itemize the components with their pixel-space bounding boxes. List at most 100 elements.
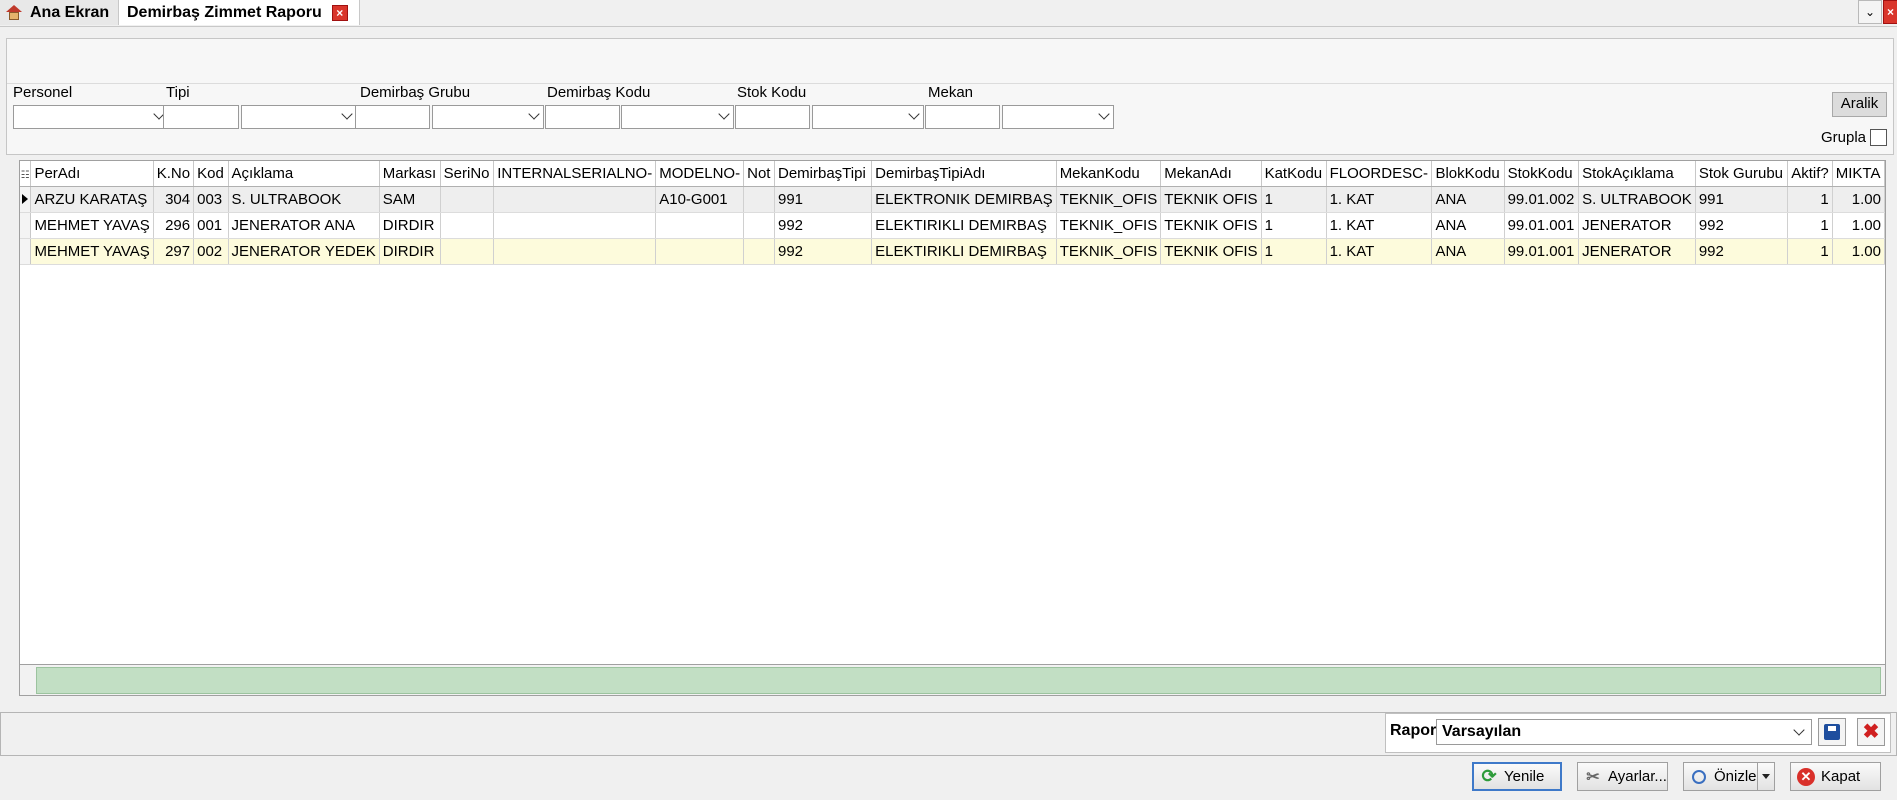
table-cell[interactable] — [440, 186, 495, 213]
table-cell[interactable]: 1 — [1261, 212, 1327, 239]
table-cell[interactable]: ARZU KARATAŞ — [30, 186, 154, 213]
table-cell[interactable]: ANA — [1431, 212, 1505, 239]
close-tab-icon[interactable]: × — [331, 4, 348, 21]
stok-kodu-select[interactable] — [812, 105, 924, 129]
table-cell[interactable]: 1 — [1787, 186, 1833, 213]
table-cell[interactable] — [655, 212, 745, 239]
column-header[interactable]: Açıklama — [228, 161, 380, 187]
save-rapor-button[interactable] — [1818, 718, 1846, 746]
table-cell[interactable]: 1.00 — [1832, 238, 1885, 265]
column-header[interactable]: KatKodu — [1261, 161, 1327, 187]
column-header[interactable]: Kod — [193, 161, 229, 187]
table-cell[interactable]: DIRDIR — [379, 212, 441, 239]
kapat-button[interactable]: ✕ Kapat — [1790, 762, 1881, 791]
table-cell[interactable]: 1.00 — [1832, 186, 1885, 213]
table-cell[interactable]: 003 — [193, 186, 229, 213]
table-cell[interactable]: ANA — [1431, 186, 1505, 213]
tab-demirbas-zimmet-raporu[interactable]: Demirbaş Zimmet Raporu × — [119, 0, 360, 25]
table-cell[interactable]: 1 — [1261, 238, 1327, 265]
table-cell[interactable]: 99.01.001 — [1504, 238, 1580, 265]
column-header[interactable]: PerAdı — [30, 161, 154, 187]
column-header[interactable]: MekanAdı — [1160, 161, 1262, 187]
table-cell[interactable]: TEKNIK OFIS — [1160, 212, 1262, 239]
column-header[interactable]: INTERNALSERIALNO- — [493, 161, 657, 187]
column-header[interactable]: DemirbaşTipiAdı — [871, 161, 1057, 187]
table-cell[interactable]: 1 — [1787, 212, 1833, 239]
column-header[interactable]: BlokKodu — [1431, 161, 1505, 187]
tipi-input[interactable] — [163, 105, 239, 129]
table-cell[interactable]: 296 — [153, 212, 195, 239]
table-cell[interactable]: TEKNIK OFIS — [1160, 238, 1262, 265]
column-header[interactable]: StokKodu — [1504, 161, 1580, 187]
table-cell[interactable]: S. ULTRABOOK — [228, 186, 380, 213]
table-cell[interactable] — [440, 238, 495, 265]
demirbas-grubu-input[interactable] — [355, 105, 430, 129]
row-indicator[interactable] — [20, 212, 32, 239]
table-cell[interactable] — [440, 212, 495, 239]
grupla-checkbox[interactable] — [1870, 129, 1887, 146]
table-cell[interactable]: 1.00 — [1832, 212, 1885, 239]
table-row[interactable]: MEHMET YAVAŞ 297 002 JENERATOR YEDEK DIRDIR 9… — [20, 238, 1885, 265]
row-indicator[interactable] — [20, 186, 32, 213]
table-cell[interactable]: 99.01.001 — [1504, 212, 1580, 239]
column-header[interactable]: Not — [743, 161, 775, 187]
table-cell[interactable]: 1 — [1787, 238, 1833, 265]
table-cell[interactable]: 992 — [1695, 212, 1789, 239]
mekan-input[interactable] — [925, 105, 1000, 129]
mekan-select[interactable] — [1002, 105, 1114, 129]
table-cell[interactable] — [743, 186, 775, 213]
table-cell[interactable]: 1 — [1261, 186, 1327, 213]
table-cell[interactable]: JENERATOR — [1578, 238, 1696, 265]
demirbas-kodu-input[interactable] — [545, 105, 620, 129]
onizle-dropdown-icon[interactable] — [1757, 763, 1774, 790]
table-cell[interactable]: SAM — [379, 186, 441, 213]
demirbas-kodu-select[interactable] — [621, 105, 734, 129]
column-header[interactable]: K.No — [153, 161, 195, 187]
table-cell[interactable]: 1. KAT — [1326, 186, 1433, 213]
demirbas-grubu-select[interactable] — [432, 105, 544, 129]
table-cell[interactable]: 99.01.002 — [1504, 186, 1580, 213]
table-cell[interactable]: ELEKTIRIKLI DEMIRBAŞ — [871, 212, 1057, 239]
table-cell[interactable]: 992 — [774, 238, 873, 265]
table-cell[interactable]: 991 — [774, 186, 873, 213]
column-header[interactable]: Aktif? — [1787, 161, 1833, 187]
table-cell[interactable] — [743, 212, 775, 239]
onizle-button[interactable]: Önizle — [1683, 762, 1775, 791]
table-cell[interactable] — [493, 186, 657, 213]
tab-home[interactable]: Ana Ekran — [0, 0, 119, 25]
table-cell[interactable] — [743, 238, 775, 265]
table-cell[interactable]: TEKNIK OFIS — [1160, 186, 1262, 213]
column-header[interactable]: FLOORDESC- — [1326, 161, 1433, 187]
delete-rapor-button[interactable]: ✖ — [1857, 718, 1885, 746]
table-cell[interactable]: ELEKTRONIK DEMIRBAŞ — [871, 186, 1057, 213]
stok-kodu-input[interactable] — [735, 105, 810, 129]
tipi-select[interactable] — [241, 105, 357, 129]
table-cell[interactable] — [493, 212, 657, 239]
column-header[interactable]: MekanKodu — [1056, 161, 1162, 187]
column-header[interactable]: SeriNo — [440, 161, 495, 187]
table-cell[interactable]: MEHMET YAVAŞ — [30, 212, 154, 239]
column-chooser-icon[interactable]: ☷ — [20, 161, 32, 187]
table-cell[interactable]: 297 — [153, 238, 195, 265]
rapor-select[interactable]: Varsayılan — [1436, 719, 1812, 745]
table-cell[interactable]: 991 — [1695, 186, 1789, 213]
table-cell[interactable]: MEHMET YAVAŞ — [30, 238, 154, 265]
row-indicator[interactable] — [20, 238, 32, 265]
table-row[interactable]: ARZU KARATAŞ 304 003 S. ULTRABOOK SAM A10-G00… — [20, 186, 1885, 213]
column-header[interactable]: StokAçıklama — [1578, 161, 1696, 187]
grupla-toggle[interactable]: Grupla — [1821, 129, 1887, 146]
column-header[interactable]: Markası — [379, 161, 441, 187]
table-cell[interactable]: 1. KAT — [1326, 212, 1433, 239]
close-window-icon[interactable]: × — [1883, 0, 1897, 24]
table-cell[interactable]: A10-G001 — [655, 186, 745, 213]
column-header[interactable]: MODELNO- — [655, 161, 745, 187]
personel-select[interactable] — [13, 105, 169, 129]
column-header[interactable]: Stok Gurubu — [1695, 161, 1789, 187]
aralik-button[interactable]: Aralik — [1832, 92, 1887, 117]
table-cell[interactable]: DIRDIR — [379, 238, 441, 265]
table-cell[interactable] — [655, 238, 745, 265]
yenile-button[interactable]: ⟳ Yenile — [1472, 762, 1562, 791]
table-cell[interactable]: 304 — [153, 186, 195, 213]
table-cell[interactable]: 1. KAT — [1326, 238, 1433, 265]
table-cell[interactable]: 992 — [774, 212, 873, 239]
